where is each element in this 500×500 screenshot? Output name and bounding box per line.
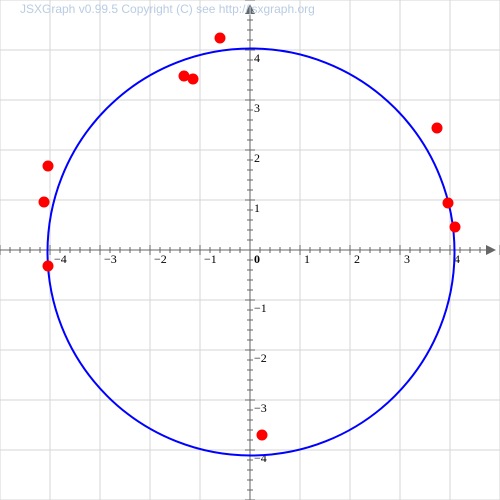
x-axis-arrow-icon	[486, 245, 496, 255]
y-tick-label: −3	[254, 401, 267, 415]
y-tick-label: −1	[254, 301, 267, 315]
data-point[interactable]	[431, 122, 443, 134]
y-tick-label: 2	[254, 151, 260, 165]
data-point[interactable]	[214, 32, 226, 44]
y-tick-label: −4	[254, 451, 267, 465]
data-point[interactable]	[178, 70, 190, 82]
x-tick-label: −4	[54, 252, 67, 266]
data-point[interactable]	[42, 260, 54, 272]
y-tick-label: 4	[254, 51, 260, 65]
plot-canvas[interactable]: −4 −3 −2 −1 0 1 2 3 44321−1−2−3−4	[0, 0, 500, 500]
data-point[interactable]	[449, 221, 461, 233]
x-tick-label: −2	[154, 252, 167, 266]
x-tick-label: 1	[304, 252, 310, 266]
x-tick-label: −1	[204, 252, 217, 266]
data-point[interactable]	[42, 160, 54, 172]
x-tick-label: 0	[254, 252, 260, 266]
y-tick-label: 3	[254, 101, 260, 115]
jsxgraph-board[interactable]: −4 −3 −2 −1 0 1 2 3 4 4 3 2 1 −1 −2 −3 −4 JSXGraph v0.99…	[0, 0, 500, 500]
copyright-text: JSXGraph v0.99.5 Copyright (C) see http:…	[20, 2, 315, 16]
x-tick-label: 3	[404, 252, 410, 266]
data-point[interactable]	[442, 197, 454, 209]
y-tick-label: −2	[254, 351, 267, 365]
x-tick-label: 2	[354, 252, 360, 266]
data-point[interactable]	[256, 429, 268, 441]
x-tick-label: −3	[104, 252, 117, 266]
y-tick-label: 1	[254, 201, 260, 215]
data-point[interactable]	[187, 73, 199, 85]
data-point[interactable]	[38, 196, 50, 208]
